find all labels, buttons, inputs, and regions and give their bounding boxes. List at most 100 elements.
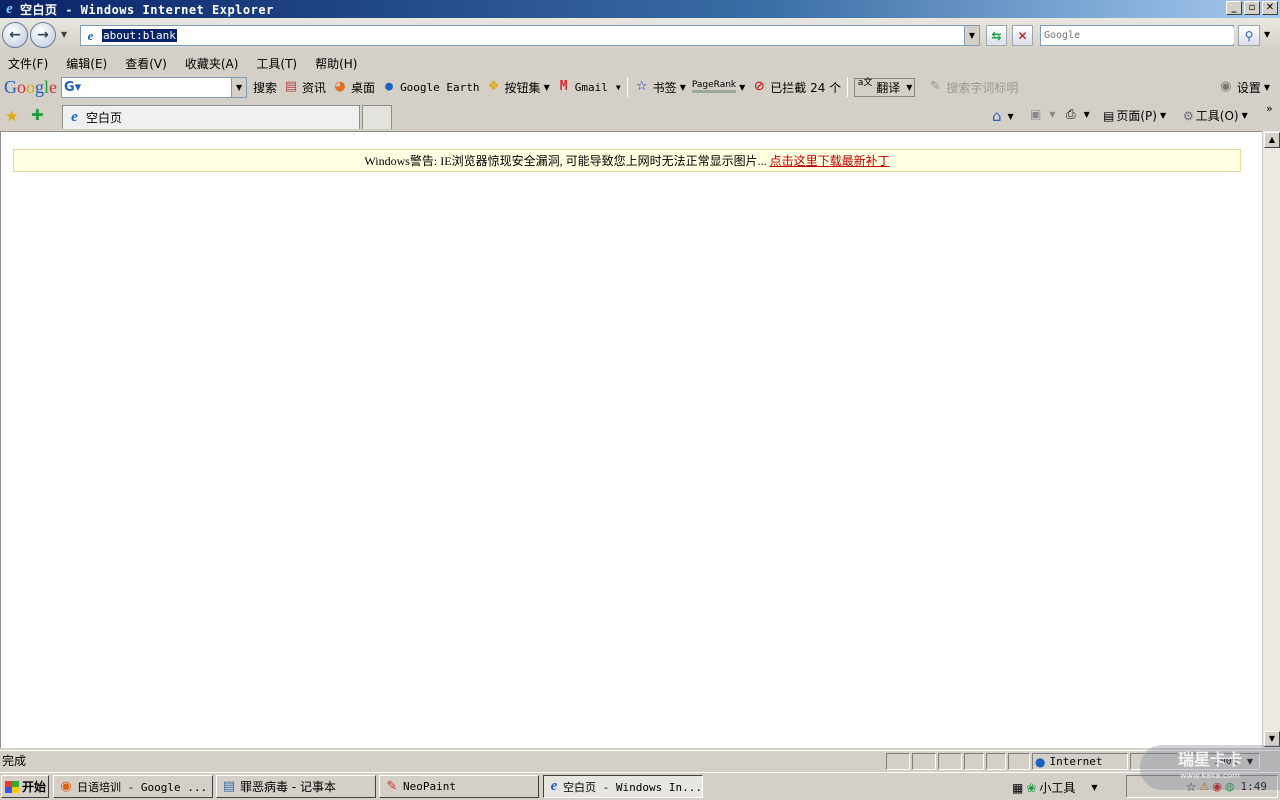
status-pane	[986, 753, 1006, 770]
search-input[interactable]	[1044, 27, 1234, 44]
minimize-button[interactable]: _	[1226, 1, 1242, 15]
close-button[interactable]: ✕	[1262, 1, 1278, 15]
ie-logo-icon: e	[550, 778, 558, 794]
security-zone[interactable]: ● Internet	[1032, 753, 1128, 770]
desktop-button[interactable]: ◕ 桌面	[332, 79, 375, 96]
address-input[interactable]: about:blank	[102, 29, 177, 42]
page-menu-label: 页面(P)	[1116, 109, 1157, 123]
highlighter-icon: ✎	[929, 79, 941, 94]
ie-logo-icon: e	[6, 0, 13, 17]
popup-blocked-icon: ⊘	[753, 79, 765, 94]
menu-edit[interactable]: 编辑(E)	[66, 55, 107, 72]
history-dropdown-icon[interactable]: ▼	[61, 30, 67, 39]
taskbar-item-ie[interactable]: e 空白页 - Windows In...	[543, 775, 703, 798]
gadget-bar[interactable]: ▦ ❀ 小工具 ▼	[1012, 779, 1098, 796]
translate-icon: a文	[857, 78, 873, 88]
status-pane	[964, 753, 984, 770]
menu-file[interactable]: 文件(F)	[8, 55, 48, 72]
google-g-icon: G▾	[64, 79, 82, 95]
google-logo: Google	[4, 76, 58, 97]
menu-tools[interactable]: 工具(T)	[256, 55, 297, 72]
gmail-label: Gmail	[574, 80, 608, 94]
start-button[interactable]: 开始	[1, 775, 49, 798]
popup-blocker-button[interactable]: ⊘ 已拦截 24 个	[751, 79, 841, 96]
menu-view[interactable]: 查看(V)	[125, 55, 167, 72]
popup-blocked-label: 已拦截 24 个	[770, 80, 842, 95]
maximize-button[interactable]: ▫	[1244, 1, 1260, 15]
search-icon: ⚲	[1244, 28, 1254, 43]
feeds-button[interactable]: ▣ ▼	[1030, 107, 1056, 121]
tab-blank-page[interactable]: e 空白页	[62, 105, 360, 129]
window-title: 空白页 - Windows Internet Explorer	[20, 2, 274, 17]
highlight-button[interactable]: ✎ 搜索字词标明	[927, 79, 1018, 96]
google-search-box[interactable]: G▾ ▼	[61, 76, 248, 98]
bookmarks-button[interactable]: ☆ 书签 ▼	[634, 79, 686, 96]
back-arrow-icon: ←	[9, 27, 21, 43]
page-menu-button[interactable]: ▤ 页面(P) ▼	[1103, 107, 1166, 124]
google-earth-button[interactable]: ● Google Earth	[381, 79, 479, 95]
watermark-logo: 瑞星卡卡 www.kaka.com	[1140, 745, 1280, 790]
taskbar-item-label: NeoPaint	[403, 780, 456, 793]
favorites-star-icon[interactable]: ★	[5, 107, 18, 125]
chevron-down-icon: ▼	[1049, 109, 1056, 119]
taskbar-item-label: 日语培训 - Google ...	[77, 780, 208, 794]
earth-icon: ●	[385, 79, 393, 94]
menu-help[interactable]: 帮助(H)	[315, 55, 357, 72]
add-favorite-icon[interactable]: ✚	[31, 106, 44, 124]
home-button[interactable]: ⌂ ▼	[992, 107, 1014, 125]
toolbar-separator	[847, 77, 849, 97]
search-box[interactable]	[1040, 25, 1234, 46]
pagerank-label: PageRank	[691, 81, 737, 93]
chevron-down-icon: ▼	[1159, 111, 1167, 120]
google-search-dropdown-icon[interactable]: ▼	[231, 77, 247, 97]
bookmarks-label: 书签	[652, 80, 677, 95]
chevron-down-icon: ▼	[739, 82, 746, 92]
stop-button[interactable]: ✕	[1012, 25, 1033, 46]
taskbar-item-neopaint[interactable]: ✎ NeoPaint	[379, 775, 539, 798]
news-button[interactable]: ▤ 资讯	[283, 79, 326, 96]
download-patch-link[interactable]: 点击这里下载最新补丁	[770, 154, 890, 168]
warning-bar: Windows警告: IE浏览器惊现安全漏洞, 可能导致您上网时无法正常显示图片…	[13, 149, 1241, 172]
watermark-url: www.kaka.com	[1180, 770, 1240, 780]
button-gallery-button[interactable]: ❖ 按钮集 ▼	[486, 79, 550, 96]
settings-button[interactable]: ◉ 设置 ▼	[1218, 79, 1270, 96]
star-icon: ☆	[635, 79, 648, 94]
address-dropdown-icon[interactable]: ▼	[964, 26, 979, 45]
warning-text: Windows警告: IE浏览器惊现安全漏洞, 可能导致您上网时无法正常显示图片…	[364, 154, 770, 168]
taskbar-item-firefox[interactable]: ◉ 日语培训 - Google ...	[53, 775, 213, 798]
new-tab-button[interactable]	[362, 105, 392, 129]
news-label: 资讯	[302, 80, 327, 95]
translate-button[interactable]: a文 翻译 ▼	[854, 77, 916, 97]
refresh-icon: ⇆	[991, 28, 1002, 43]
watermark-title: 瑞星卡卡	[1177, 749, 1242, 769]
title-bar: e 空白页 - Windows Internet Explorer _ ▫ ✕	[0, 0, 1280, 18]
chevron-down-icon: ▼	[1091, 783, 1098, 792]
back-button[interactable]: ←	[2, 22, 28, 48]
vertical-scrollbar[interactable]: ▲ ▼	[1262, 131, 1280, 748]
taskbar-item-notepad[interactable]: ▤ 罪恶病毒 - 记事本	[216, 775, 376, 798]
status-pane	[1008, 753, 1030, 770]
more-commands-icon[interactable]: »	[1266, 102, 1273, 115]
google-search-input[interactable]	[85, 79, 226, 95]
windows-logo-icon	[5, 780, 19, 793]
menu-favorites[interactable]: 收藏夹(A)	[185, 55, 239, 72]
refresh-button[interactable]: ⇆	[986, 25, 1007, 46]
pagerank-indicator[interactable]: PageRank ▼	[691, 81, 746, 93]
notepad-icon: ▤	[222, 778, 236, 794]
tab-label: 空白页	[86, 111, 123, 125]
desktop-icon: ◕	[334, 79, 346, 94]
tools-menu-button[interactable]: ⚙ 工具(O) ▼	[1183, 107, 1248, 124]
forward-button[interactable]: →	[30, 22, 56, 48]
search-button[interactable]: ⚲	[1238, 25, 1260, 46]
google-search-button[interactable]: 搜索	[253, 79, 277, 96]
gmail-button[interactable]: M Gmail ▼	[556, 79, 621, 95]
address-bar[interactable]: e about:blank ▼	[80, 25, 980, 46]
print-button[interactable]: ⎙ ▼	[1066, 107, 1090, 122]
search-options-dropdown-icon[interactable]: ▼	[1264, 30, 1270, 39]
status-text: 完成	[2, 754, 27, 768]
chevron-down-icon: ▼	[543, 82, 550, 92]
scroll-up-button[interactable]: ▲	[1264, 132, 1280, 148]
page-icon: ▤	[1103, 108, 1115, 123]
chevron-down-icon: ▼	[1007, 111, 1014, 121]
tools-menu-label: 工具(O)	[1195, 109, 1239, 123]
